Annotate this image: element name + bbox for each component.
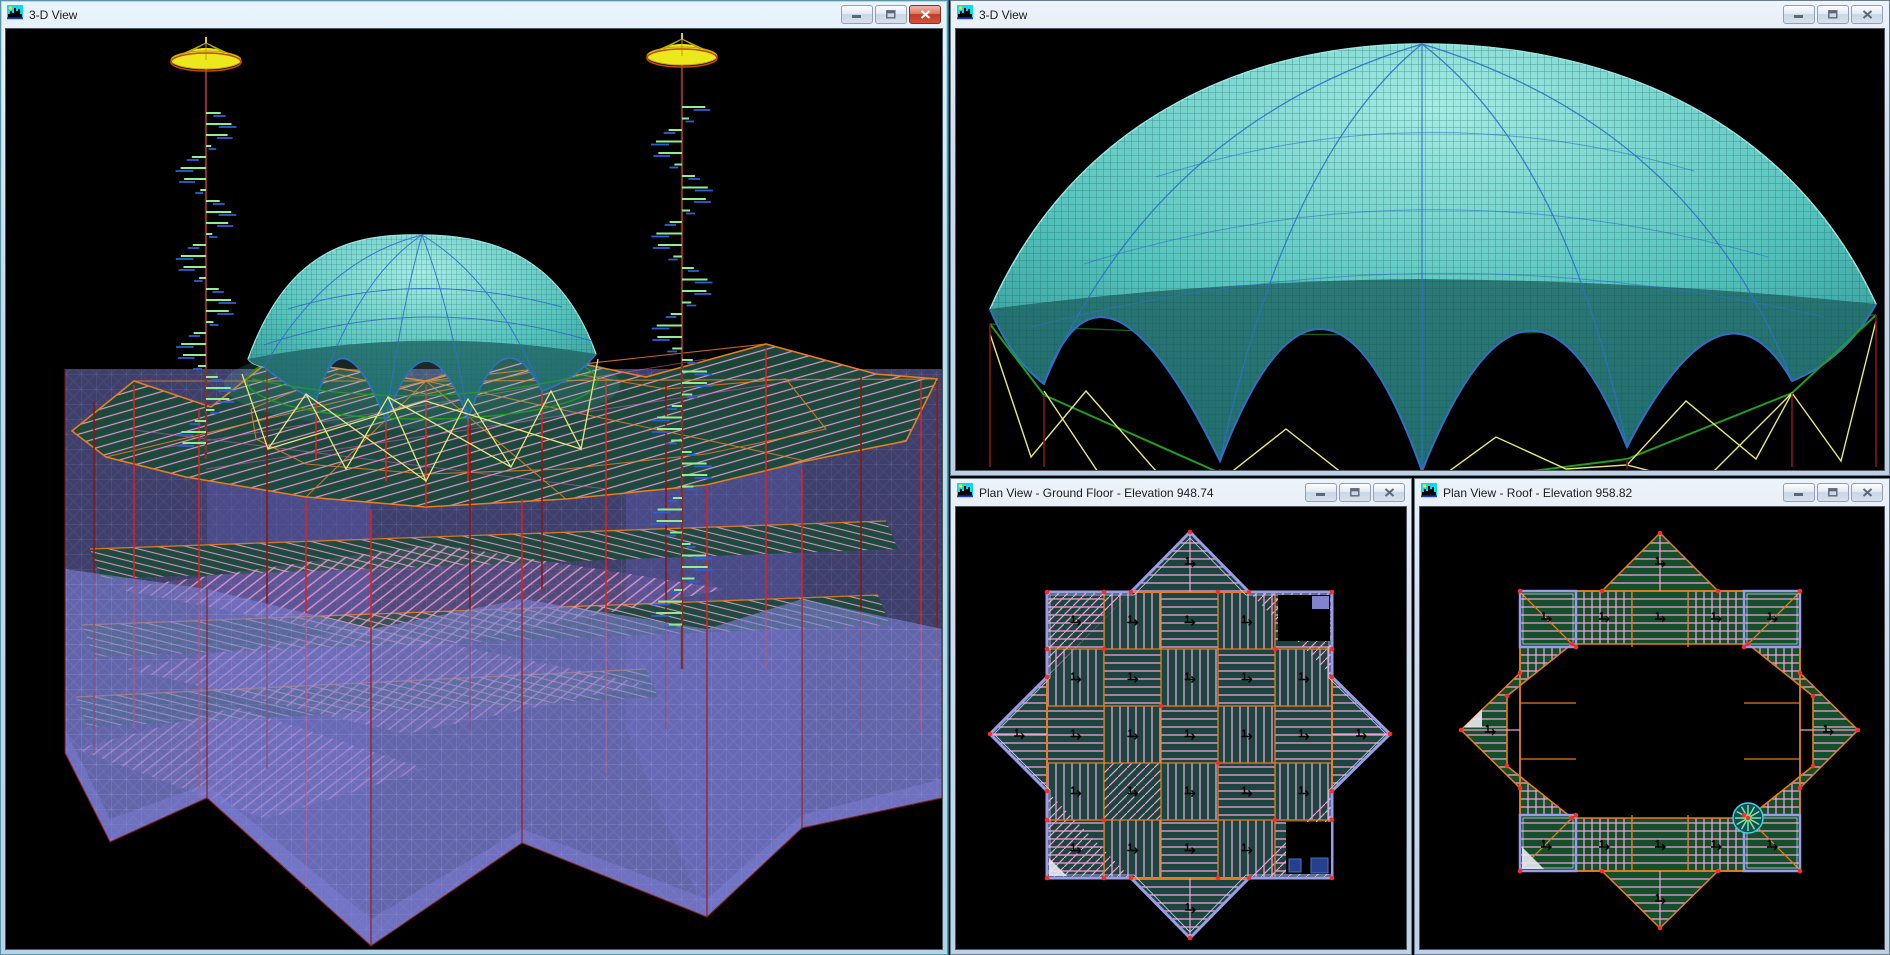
restore-button[interactable]: [1817, 483, 1849, 502]
window-3d-view-main[interactable]: 3-D View: [0, 0, 948, 955]
window-plan-ground[interactable]: Plan View - Ground Floor - Elevation 948…: [950, 478, 1412, 955]
restore-down-icon: [1350, 488, 1360, 497]
titlebar-plan-roof[interactable]: Plan View - Roof - Elevation 958.82: [1419, 479, 1885, 506]
minimize-button[interactable]: [1783, 483, 1815, 502]
window-title: 3-D View: [979, 8, 1027, 22]
restore-down-icon: [1828, 10, 1838, 19]
window-plan-roof[interactable]: Plan View - Roof - Elevation 958.82: [1414, 478, 1890, 955]
titlebar-dome[interactable]: 3-D View: [955, 1, 1885, 28]
restore-button[interactable]: [875, 5, 907, 24]
viewport-3d-dome[interactable]: [955, 28, 1885, 471]
minaret-cap-right: [647, 33, 717, 67]
close-icon: [1862, 488, 1873, 497]
minimize-button[interactable]: [1305, 483, 1337, 502]
minimize-button[interactable]: [841, 5, 873, 24]
close-button[interactable]: [909, 5, 941, 24]
close-icon: [1862, 10, 1873, 19]
viewport-plan-roof[interactable]: [1419, 506, 1885, 950]
minimize-icon: [852, 10, 862, 19]
close-icon: [1384, 488, 1395, 497]
close-icon: [920, 10, 931, 19]
view-window-icon: [1421, 482, 1437, 503]
view-window-icon: [957, 482, 973, 503]
minimize-icon: [1794, 488, 1804, 497]
restore-button[interactable]: [1817, 5, 1849, 24]
viewport-plan-ground[interactable]: [955, 506, 1407, 950]
big-dome: [990, 44, 1876, 471]
window-title: 3-D View: [29, 8, 77, 22]
window-3d-view-dome[interactable]: 3-D View: [950, 0, 1890, 476]
restore-down-icon: [1828, 488, 1838, 497]
window-title: Plan View - Ground Floor - Elevation 948…: [979, 486, 1214, 500]
roof-opening: [1507, 644, 1813, 818]
window-title: Plan View - Roof - Elevation 958.82: [1443, 486, 1632, 500]
minimize-icon: [1794, 10, 1804, 19]
close-button[interactable]: [1851, 5, 1883, 24]
minimize-icon: [1316, 488, 1326, 497]
close-button[interactable]: [1851, 483, 1883, 502]
titlebar-main[interactable]: 3-D View: [5, 1, 943, 28]
restore-button[interactable]: [1339, 483, 1371, 502]
minimize-button[interactable]: [1783, 5, 1815, 24]
viewport-3d-main[interactable]: [5, 28, 943, 950]
titlebar-plan-ground[interactable]: Plan View - Ground Floor - Elevation 948…: [955, 479, 1407, 506]
view-window-icon: [7, 4, 23, 25]
view-window-icon: [957, 4, 973, 25]
mdi-workspace: 3-D View: [0, 0, 1890, 955]
minaret-cap-left: [171, 37, 241, 71]
roof-star-ring: [1459, 531, 1861, 931]
restore-down-icon: [886, 10, 896, 19]
ground-floor-star: [988, 530, 1393, 941]
close-button[interactable]: [1373, 483, 1405, 502]
